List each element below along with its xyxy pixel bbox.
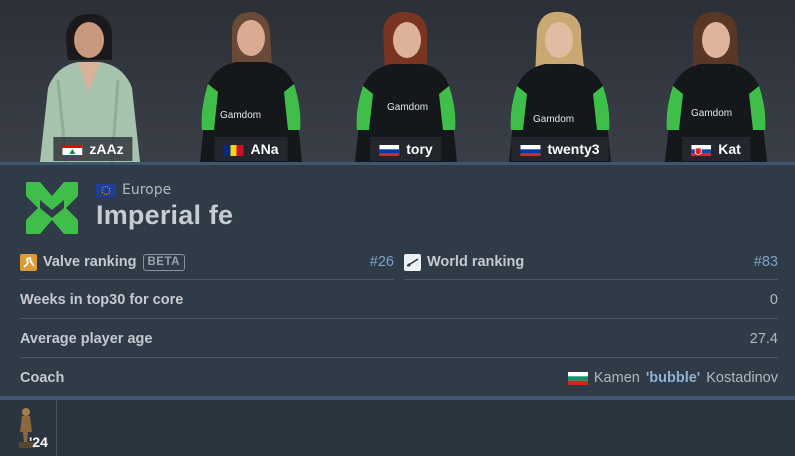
player-card[interactable]: zAAz bbox=[28, 0, 158, 162]
romania-flag-icon bbox=[223, 143, 244, 156]
player-nameplate: zAAz bbox=[53, 137, 133, 161]
russia-flag-icon bbox=[520, 143, 541, 156]
world-ranking-value[interactable]: #83 bbox=[754, 254, 778, 270]
europe-flag-icon bbox=[96, 183, 116, 197]
svg-text:Gamdom: Gamdom bbox=[220, 110, 261, 121]
coach-label: Coach bbox=[20, 370, 65, 386]
divider bbox=[20, 357, 778, 358]
player-nameplate: twenty3 bbox=[511, 137, 609, 161]
weeks-top30-row: Weeks in top30 for core 0 bbox=[20, 287, 778, 313]
coach-row: Coach Kamen 'bubble' Kostadinov bbox=[20, 365, 778, 391]
player-card[interactable]: Gamdom tory bbox=[341, 0, 471, 162]
valve-ranking-row: Valve ranking BETA #26 bbox=[20, 249, 394, 275]
player-nickname[interactable]: ANa bbox=[250, 141, 278, 157]
coach-nickname[interactable]: 'bubble' bbox=[646, 370, 700, 386]
average-age-value: 27.4 bbox=[749, 331, 778, 347]
slovakia-flag-icon bbox=[691, 143, 712, 156]
lebanon-flag-icon bbox=[62, 143, 83, 156]
coach-first-name[interactable]: Kamen bbox=[594, 370, 640, 386]
divider bbox=[20, 279, 394, 280]
hltv-ranking-icon bbox=[404, 253, 421, 271]
player-card[interactable]: Gamdom ANa bbox=[186, 0, 316, 162]
team-region[interactable]: Europe bbox=[96, 182, 171, 198]
player-lineup: zAAz Gamdom ANa Gamdom tory Gamdom twent… bbox=[0, 0, 795, 162]
valve-ranking-label: Valve ranking bbox=[43, 254, 137, 270]
player-card[interactable]: Gamdom twenty3 bbox=[495, 0, 625, 162]
player-nickname[interactable]: Kat bbox=[718, 141, 741, 157]
svg-text:Gamdom: Gamdom bbox=[691, 108, 732, 119]
divider bbox=[404, 279, 778, 280]
coach-last-name[interactable]: Kostadinov bbox=[706, 370, 778, 386]
beta-badge: BETA bbox=[142, 253, 185, 271]
average-age-row: Average player age 27.4 bbox=[20, 326, 778, 352]
player-nickname[interactable]: zAAz bbox=[89, 141, 123, 157]
player-nameplate: tory bbox=[370, 137, 442, 161]
player-nickname[interactable]: tory bbox=[406, 141, 432, 157]
bulgaria-flag-icon bbox=[567, 371, 588, 385]
valve-ranking-icon bbox=[20, 253, 37, 271]
world-ranking-label: World ranking bbox=[427, 254, 525, 270]
weeks-top30-label: Weeks in top30 for core bbox=[20, 292, 184, 308]
player-card[interactable]: Gamdom Kat bbox=[651, 0, 781, 162]
world-ranking-row: World ranking #83 bbox=[404, 249, 778, 275]
trophy-year: '24 bbox=[29, 434, 48, 450]
player-nameplate: Kat bbox=[682, 137, 750, 161]
team-name: Imperial fe bbox=[96, 200, 234, 230]
divider bbox=[20, 318, 778, 319]
coach-link[interactable]: Kamen 'bubble' Kostadinov bbox=[567, 370, 778, 386]
russia-flag-icon bbox=[379, 143, 400, 156]
svg-text:Gamdom: Gamdom bbox=[533, 114, 574, 125]
region-label[interactable]: Europe bbox=[122, 182, 171, 198]
player-nameplate: ANa bbox=[214, 137, 288, 161]
average-age-label: Average player age bbox=[20, 331, 153, 347]
svg-text:Gamdom: Gamdom bbox=[387, 102, 428, 113]
team-logo-icon bbox=[26, 182, 78, 234]
trophy-item[interactable]: '24 bbox=[0, 400, 57, 456]
player-nickname[interactable]: twenty3 bbox=[547, 141, 599, 157]
trophy-bar bbox=[0, 400, 795, 456]
valve-ranking-value[interactable]: #26 bbox=[370, 254, 394, 270]
weeks-top30-value: 0 bbox=[769, 292, 778, 308]
